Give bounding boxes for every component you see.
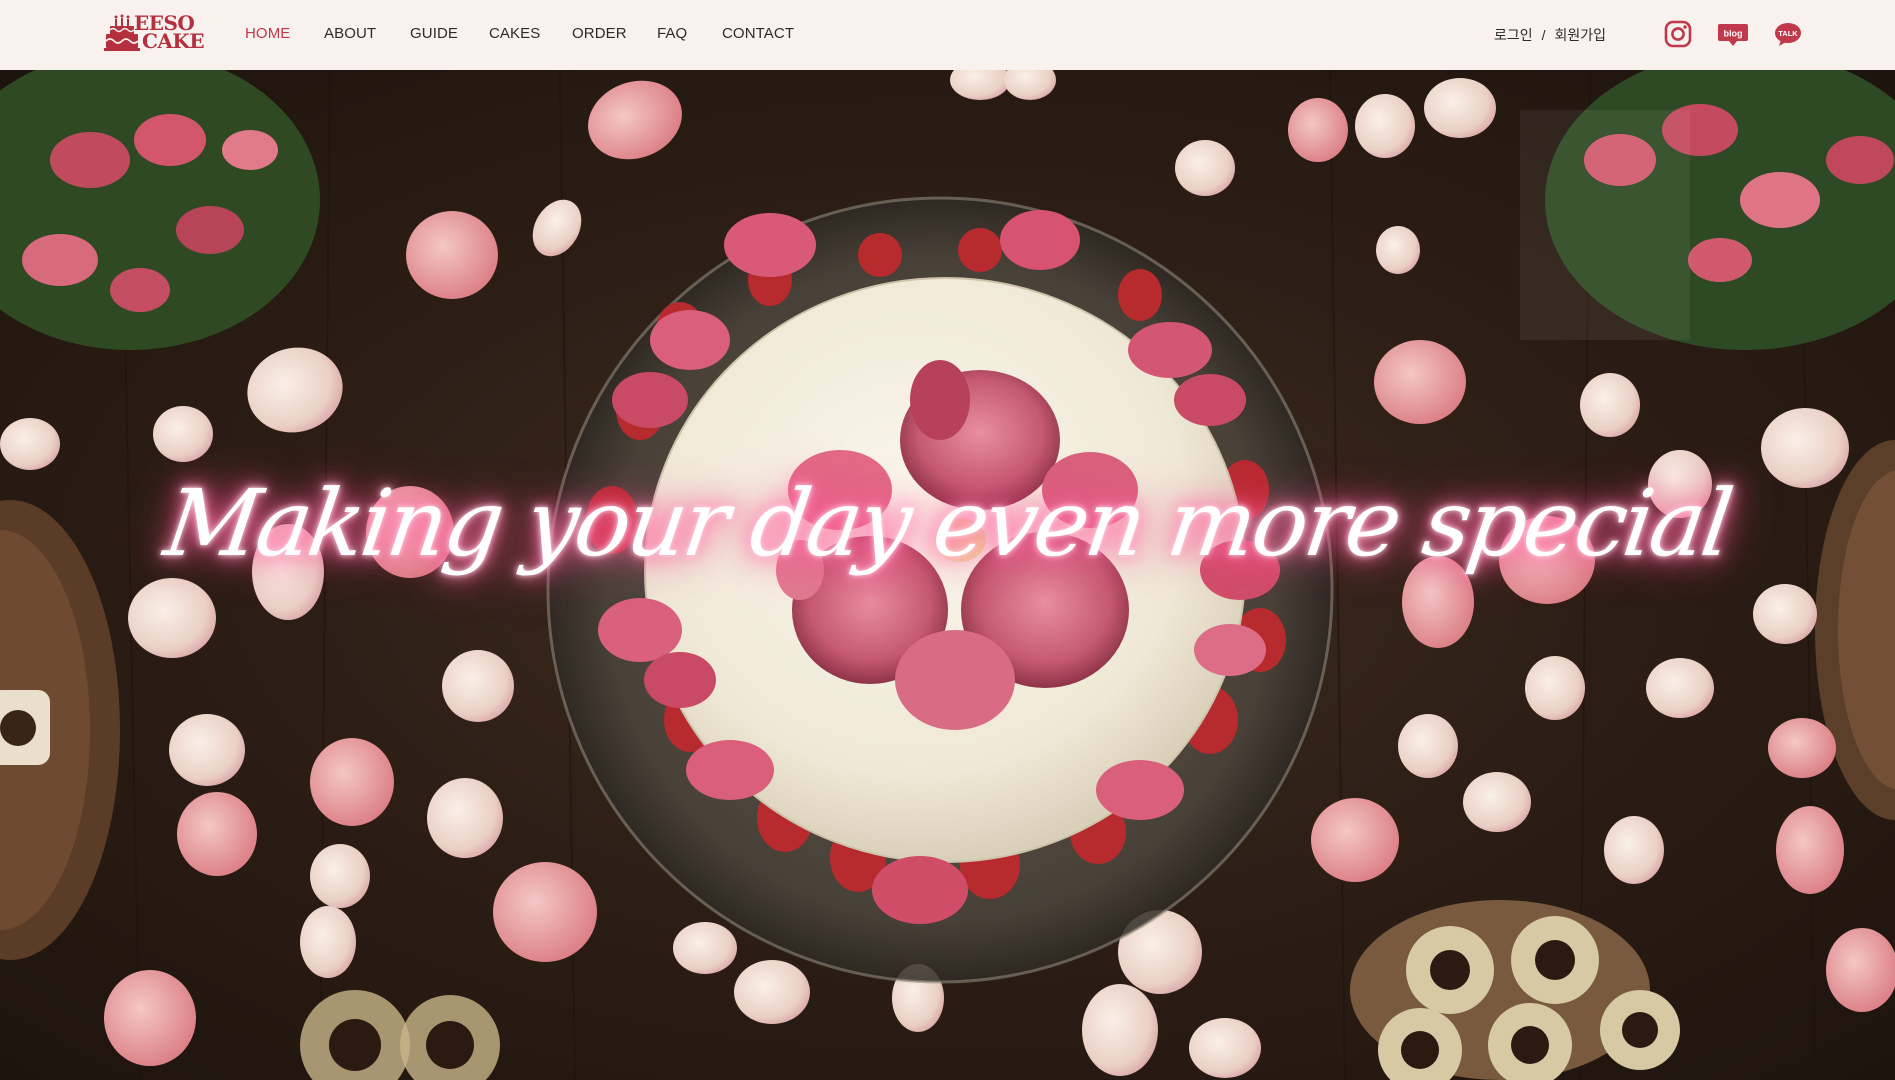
blog-button[interactable]: blog bbox=[1717, 18, 1749, 50]
nav-faq[interactable]: FAQ bbox=[657, 25, 687, 42]
truffles-bottom-left bbox=[300, 990, 500, 1080]
nav-guide[interactable]: GUIDE bbox=[410, 25, 458, 42]
flower-bouquet-right bbox=[1520, 70, 1895, 350]
nav-home[interactable]: HOME bbox=[245, 25, 290, 42]
login-link[interactable]: 로그인 bbox=[1494, 27, 1533, 43]
instagram-icon bbox=[1664, 20, 1692, 48]
brand-wordmark: EESO CAKE bbox=[134, 13, 205, 53]
top-header: EESO CAKE HOME ABOUT GUIDE CAKES ORDER F… bbox=[0, 0, 1895, 70]
auth-separator: / bbox=[1541, 27, 1546, 43]
truffles-bottom-right bbox=[1350, 900, 1680, 1080]
signup-link[interactable]: 회원가입 bbox=[1555, 27, 1607, 43]
page: EESO CAKE HOME ABOUT GUIDE CAKES ORDER F… bbox=[0, 0, 1895, 1080]
nav-cakes[interactable]: CAKES bbox=[489, 25, 540, 42]
nav-about[interactable]: ABOUT bbox=[324, 25, 376, 42]
nav-contact[interactable]: CONTACT bbox=[722, 25, 794, 42]
blog-icon-label: blog bbox=[1724, 29, 1743, 39]
logo-line-2: CAKE bbox=[142, 29, 205, 53]
instagram-button[interactable] bbox=[1662, 18, 1694, 50]
auth-links: 로그인 / 회원가입 bbox=[1494, 25, 1606, 45]
hero-section: Making your day even more special bbox=[0, 70, 1895, 1080]
brand-logo[interactable]: EESO CAKE bbox=[104, 12, 214, 56]
nav-order[interactable]: ORDER bbox=[572, 25, 627, 42]
kakaotalk-icon: TALK bbox=[1775, 23, 1801, 46]
kakaotalk-icon-label: TALK bbox=[1778, 29, 1798, 38]
flower-bouquet-left bbox=[0, 70, 320, 350]
hero-tagline: Making your day even more special bbox=[158, 470, 1737, 577]
blog-icon: blog bbox=[1718, 24, 1748, 46]
kakaotalk-button[interactable]: TALK bbox=[1772, 18, 1804, 50]
